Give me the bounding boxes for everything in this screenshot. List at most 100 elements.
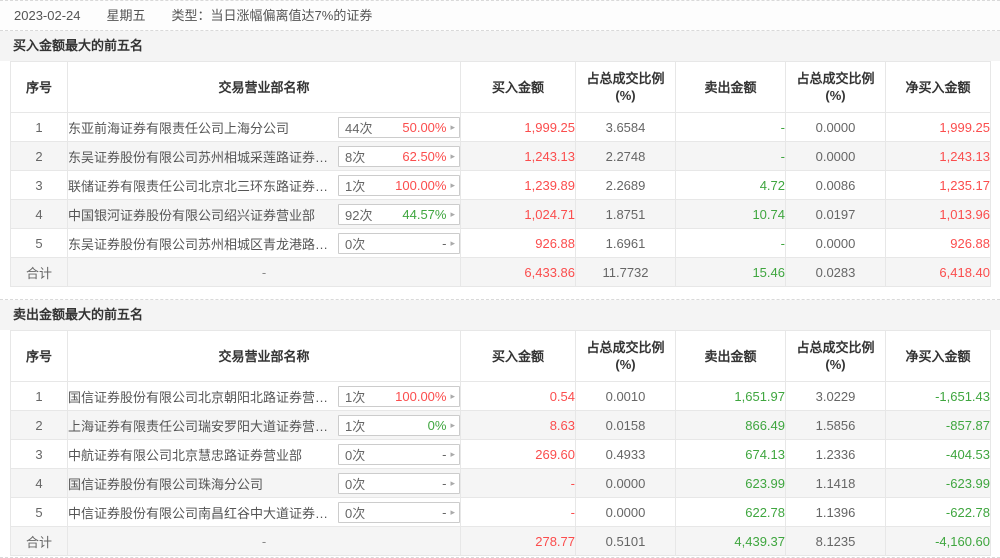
type-label: 类型：: [171, 8, 211, 23]
ranking-count-badge[interactable]: 0次 - ▸: [338, 443, 460, 465]
branch-name: 上海证券有限责任公司瑞安罗阳大道证券营业部: [68, 418, 333, 434]
buy-pct-cell: 1.6961: [575, 228, 676, 258]
table-row: 3 联储证券有限责任公司北京北三环东路证券营业部 1次 100.00% ▸ 1,239.8…: [10, 170, 991, 200]
column-header: 净买入金额: [885, 330, 991, 382]
success-rate: -: [442, 446, 447, 462]
arrow-right-icon: ▸: [450, 150, 455, 161]
sell-top5-table: 序号 交易营业部名称 买入金额 占总成交比例(%) 卖出金额 占总成交比例(%) 净买入金额…: [10, 330, 991, 556]
ranking-count-badge[interactable]: 0次 - ▸: [338, 232, 460, 254]
buy-top5-table: 序号 交易营业部名称 买入金额 占总成交比例(%) 卖出金额 占总成交比例(%) 净买入金额…: [10, 61, 991, 287]
branch-name-wrap: 联储证券有限责任公司北京北三环东路证券营业部 1次 100.00% ▸: [69, 172, 460, 199]
success-rate: -: [442, 475, 447, 491]
sell-amount-cell: 622.78: [675, 497, 786, 527]
buy-amount-cell: 1,024.71: [460, 199, 576, 229]
ranking-count-badge[interactable]: 0次 - ▸: [338, 472, 460, 494]
total-row: 合计 -278.77 0.5101 4,439.37 8.1235 -4,160.60: [10, 526, 991, 556]
ranking-count-badge[interactable]: 1次 0% ▸: [338, 414, 460, 436]
sell-pct-cell: 0.0000: [785, 141, 886, 171]
buy-amount-cell: 269.60: [460, 439, 576, 469]
ranking-count-badge[interactable]: 92次 44.57% ▸: [338, 203, 460, 225]
seq-cell: 3: [10, 170, 68, 200]
branch-name: 国信证券股份有限公司珠海分公司: [68, 476, 264, 492]
ranking-count-badge[interactable]: 1次 100.00% ▸: [338, 385, 460, 407]
table-row: 1 国信证券股份有限公司北京朝阳北路证券营业部 1次 100.00% ▸ 0.54 0.00…: [10, 381, 991, 411]
seq-cell: 2: [10, 410, 68, 440]
section-title-buy: 买入金额最大的前五名: [0, 31, 1000, 61]
branch-name-cell: 国信证券股份有限公司珠海分公司 0次 - ▸: [67, 468, 461, 498]
buy-pct-cell: 1.8751: [575, 199, 676, 229]
ranking-count: 1次: [345, 389, 366, 405]
column-header: 序号: [10, 330, 68, 382]
weekday: 星期五: [106, 8, 146, 23]
ranking-count-badge[interactable]: 8次 62.50% ▸: [338, 145, 460, 167]
ranking-count: 1次: [345, 418, 366, 434]
column-header: 占总成交比例(%): [785, 61, 886, 113]
buy-amount-cell: 1,999.25: [460, 112, 576, 142]
success-rate: 62.50%: [402, 148, 447, 164]
net-buy-cell: 926.88: [885, 228, 991, 258]
branch-name-cell: 东吴证券股份有限公司苏州相城采莲路证券营业部 8次 62.50% ▸: [67, 141, 461, 171]
arrow-right-icon: ▸: [450, 419, 455, 430]
column-header: 占总成交比例(%): [785, 330, 886, 382]
ranking-count: 0次: [345, 236, 366, 252]
buy-pct-cell: 0.0158: [575, 410, 676, 440]
branch-name-wrap: 中信证券股份有限公司南昌红谷中大道证券营业部 0次 - ▸: [68, 499, 460, 526]
sell-pct-cell: 0.0000: [785, 228, 886, 258]
sell-amount-cell: 866.49: [675, 410, 786, 440]
type-value: 当日涨幅偏离值达7%的证券: [210, 8, 373, 23]
net-buy-cell: 1,243.13: [885, 141, 991, 171]
sell-pct-cell: 1.1418: [785, 468, 886, 498]
buy-amount-cell: 926.88: [460, 228, 576, 258]
success-rate: 100.00%: [395, 388, 447, 404]
sell-amount-cell: 1,651.97: [675, 381, 786, 411]
success-rate: 100.00%: [395, 177, 447, 193]
net-buy-cell: 1,235.17: [885, 170, 991, 200]
seq-cell: 4: [10, 199, 68, 229]
branch-name: 中信证券股份有限公司南昌红谷中大道证券营业部: [68, 505, 333, 521]
branch-name-cell: -: [67, 257, 461, 287]
seq-cell: 2: [10, 141, 68, 171]
net-buy-cell: 1,013.96: [885, 199, 991, 229]
total-row: 合计 -6,433.86 11.7732 15.46 0.0283 6,418.40: [10, 257, 991, 287]
table-row: 1 东亚前海证券有限责任公司上海分公司 44次 50.00% ▸ 1,999.25 3.65…: [10, 112, 991, 142]
section-title-sell: 卖出金额最大的前五名: [0, 300, 1000, 330]
buy-amount-cell: 6,433.86: [460, 257, 576, 287]
table-row: 4 国信证券股份有限公司珠海分公司 0次 - ▸ -0.0000 623.99 1.1418-…: [10, 468, 991, 498]
branch-name-cell: 联储证券有限责任公司北京北三环东路证券营业部 1次 100.00% ▸: [67, 170, 461, 200]
buy-amount-cell: -: [460, 468, 576, 498]
trade-date: 2023-02-24: [14, 8, 81, 23]
branch-name: 国信证券股份有限公司北京朝阳北路证券营业部: [68, 389, 333, 405]
branch-name-cell: 东吴证券股份有限公司苏州相城区青龙港路证券营... 0次 -▸: [67, 228, 461, 258]
buy-amount-cell: -: [460, 497, 576, 527]
seq-cell: 3: [10, 439, 68, 469]
branch-name-cell: 国信证券股份有限公司北京朝阳北路证券营业部 1次 100.00% ▸: [67, 381, 461, 411]
ranking-count-badge[interactable]: 0次 - ▸: [338, 501, 460, 523]
branch-name: 东亚前海证券有限责任公司上海分公司: [68, 120, 290, 136]
table-row: 2 上海证券有限责任公司瑞安罗阳大道证券营业部 1次 0% ▸ 8.63 0.0158 866…: [10, 410, 991, 440]
ranking-count-badge[interactable]: 1次 100.00% ▸: [338, 174, 460, 196]
seq-cell: 合计: [10, 526, 68, 556]
seq-cell: 合计: [10, 257, 68, 287]
net-buy-cell: -857.87: [885, 410, 991, 440]
column-header: 交易营业部名称: [67, 330, 461, 382]
branch-name-cell: 中信证券股份有限公司南昌红谷中大道证券营业部 0次 - ▸: [67, 497, 461, 527]
sell-amount-cell: 623.99: [675, 468, 786, 498]
header-row: 序号 交易营业部名称 买入金额 占总成交比例(%) 卖出金额 占总成交比例(%) 净买入金额: [10, 330, 991, 382]
branch-name-wrap: 东吴证券股份有限公司苏州相城采莲路证券营业部 8次 62.50% ▸: [69, 143, 460, 170]
column-header: 买入金额: [460, 61, 576, 113]
sell-pct-cell: 1.5856: [785, 410, 886, 440]
sell-amount-cell: 674.13: [675, 439, 786, 469]
net-buy-cell: 6,418.40: [885, 257, 991, 287]
ranking-count-badge[interactable]: 44次 50.00% ▸: [338, 116, 460, 138]
arrow-right-icon: ▸: [450, 390, 455, 401]
buy-amount-cell: 1,239.89: [460, 170, 576, 200]
arrow-right-icon: ▸: [450, 237, 455, 248]
arrow-right-icon: ▸: [450, 477, 455, 488]
buy-pct-cell: 2.2689: [575, 170, 676, 200]
arrow-right-icon: ▸: [450, 121, 455, 132]
ranking-count: 44次: [345, 120, 373, 136]
net-buy-cell: 1,999.25: [885, 112, 991, 142]
seq-cell: 1: [10, 112, 68, 142]
buy-amount-cell: 8.63: [460, 410, 576, 440]
buy-top5-section: 买入金额最大的前五名 序号 交易营业部名称 买入金额 占总成交比例(%) 卖出金额 占总成…: [0, 31, 1000, 287]
